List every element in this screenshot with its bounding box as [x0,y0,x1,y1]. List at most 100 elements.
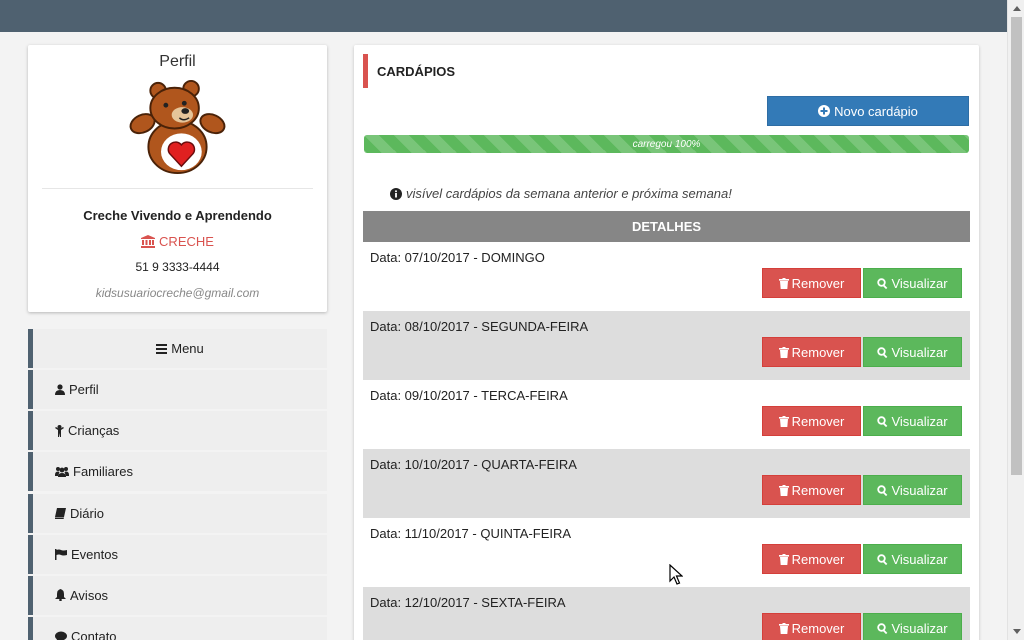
page-content: Perfil Creche Vivendo e Aprendendo CRECH… [0,32,1007,640]
row-date: Data: 07/10/2017 - DOMINGO [370,250,545,265]
sidebar-item-contato[interactable]: Contato [28,617,327,640]
bars-icon [156,343,168,354]
progress-bar: carregou 100% [364,135,969,153]
page-scrollbar[interactable] [1007,0,1024,640]
sidebar-item-label: Familiares [73,464,133,480]
remove-button[interactable]: Remover [762,268,861,298]
row-date: Data: 10/10/2017 - QUARTA-FEIRA [370,457,577,472]
view-button[interactable]: Visualizar [863,544,962,574]
view-button[interactable]: Visualizar [863,613,962,640]
user-icon [55,384,65,395]
trash-icon [778,346,789,358]
view-label: Visualizar [891,344,948,360]
view-button[interactable]: Visualizar [863,268,962,298]
view-button[interactable]: Visualizar [863,406,962,436]
list-item: Data: 11/10/2017 - QUINTA-FEIRA Remover … [363,518,970,587]
search-icon [877,277,888,289]
book-icon [55,507,66,519]
sidebar-item-criancas[interactable]: Crianças [28,411,327,451]
sidebar-menu: Menu Perfil Crianças Familiares Diário E… [28,329,327,640]
profile-divider [42,188,313,189]
trash-icon [778,553,789,565]
trash-icon [778,415,789,427]
menu-list: Data: 07/10/2017 - DOMINGO Remover Visua… [363,242,970,640]
bell-icon [55,589,66,602]
caret-down-icon [1012,629,1021,634]
sidebar-item-eventos[interactable]: Eventos [28,534,327,574]
info-note-text: visível cardápios da semana anterior e p… [406,186,732,201]
search-icon [877,346,888,358]
trash-icon [778,277,789,289]
list-item: Data: 10/10/2017 - QUARTA-FEIRA Remover … [363,449,970,518]
sidebar-item-avisos[interactable]: Avisos [28,575,327,615]
list-item: Data: 12/10/2017 - SEXTA-FEIRA Remover V… [363,587,970,640]
profile-email: kidsusuariocreche@gmail.com [95,286,260,300]
profile-card: Perfil Creche Vivendo e Aprendendo CRECH… [28,45,327,312]
search-icon [877,415,888,427]
sidebar-item-diario[interactable]: Diário [28,493,327,533]
row-date: Data: 11/10/2017 - QUINTA-FEIRA [370,526,572,541]
remove-label: Remover [791,413,845,429]
profile-name: Creche Vivendo e Aprendendo [83,208,272,223]
search-icon [877,553,888,565]
remove-button[interactable]: Remover [762,337,861,367]
trash-icon [778,484,789,496]
child-icon [55,424,64,437]
remove-label: Remover [791,620,845,636]
new-menu-label: Novo cardápio [834,103,918,119]
mouse-cursor-icon [669,564,683,585]
menu-toggle[interactable]: Menu [28,329,327,368]
view-label: Visualizar [891,551,948,567]
details-header: DETALHES [363,211,970,242]
view-label: Visualizar [891,275,948,291]
scroll-up-button[interactable] [1008,0,1024,17]
remove-label: Remover [791,344,845,360]
progress-fill: carregou 100% [364,135,969,153]
view-label: Visualizar [891,620,948,636]
sidebar-item-label: Perfil [69,382,99,397]
trash-icon [778,622,789,634]
remove-button[interactable]: Remover [762,613,861,640]
users-icon [55,467,69,478]
menus-panel: CARDÁPIOS Novo cardápio carregou 100% vi… [354,45,979,640]
remove-button[interactable]: Remover [762,406,861,436]
profile-type-label: CRECHE [159,234,214,249]
remove-button[interactable]: Remover [762,475,861,505]
sidebar-item-label: Contato [71,629,117,640]
search-icon [877,484,888,496]
caret-up-icon [1012,6,1021,11]
search-icon [877,622,888,634]
flag-icon [55,548,67,560]
progress-label: carregou 100% [632,138,701,150]
profile-phone: 51 9 3333-4444 [135,260,220,274]
remove-label: Remover [791,482,845,498]
scroll-down-button[interactable] [1008,623,1024,640]
view-button[interactable]: Visualizar [863,337,962,367]
profile-type: CRECHE [28,234,327,249]
avatar [129,79,226,175]
list-item: Data: 08/10/2017 - SEGUNDA-FEIRA Remover… [363,311,970,380]
list-item: Data: 09/10/2017 - TERCA-FEIRA Remover V… [363,380,970,449]
view-label: Visualizar [891,482,948,498]
info-circle-icon [390,187,402,200]
sidebar-item-label: Eventos [71,546,118,562]
remove-label: Remover [791,275,845,291]
sidebar-item-perfil[interactable]: Perfil [28,370,327,409]
view-button[interactable]: Visualizar [863,475,962,505]
comment-icon [55,631,67,640]
sidebar-item-familiares[interactable]: Familiares [28,452,327,492]
sidebar-item-label: Crianças [68,423,120,439]
sidebar-item-label: Diário [70,505,104,521]
view-label: Visualizar [891,413,948,429]
remove-button[interactable]: Remover [762,544,861,574]
profile-title: Perfil [159,53,196,70]
menu-header-label: Menu [171,341,204,356]
remove-label: Remover [791,551,845,567]
list-item: Data: 07/10/2017 - DOMINGO Remover Visua… [363,242,970,311]
new-menu-button[interactable]: Novo cardápio [767,96,969,126]
top-navbar [0,0,1007,32]
info-note: visível cardápios da semana anterior e p… [390,186,732,201]
plus-circle-icon [818,105,831,117]
row-date: Data: 12/10/2017 - SEXTA-FEIRA [370,595,566,610]
scrollbar-thumb[interactable] [1011,17,1022,475]
